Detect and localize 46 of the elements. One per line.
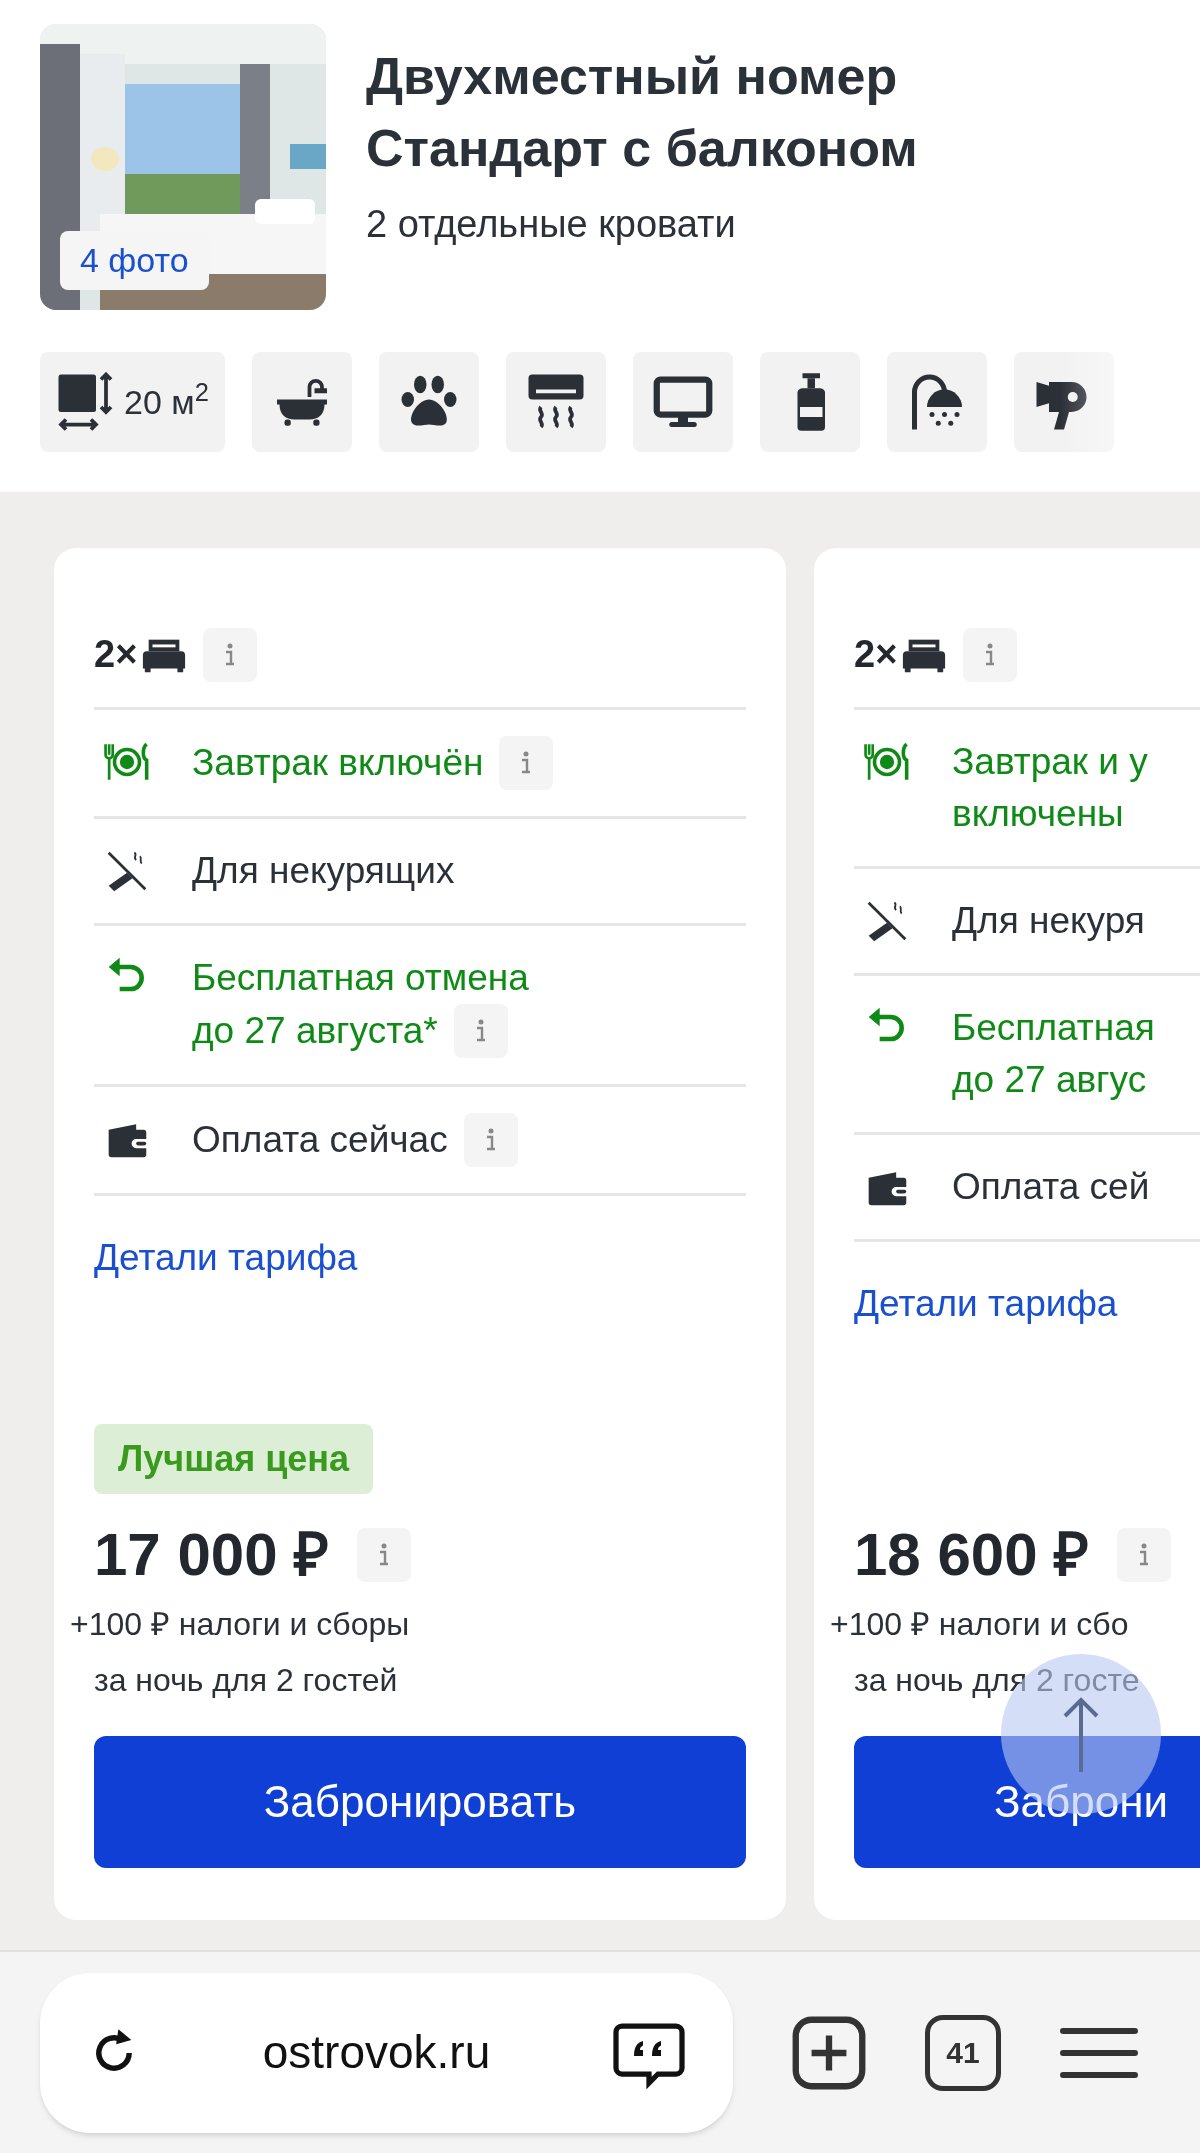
- info-button[interactable]: [203, 627, 258, 682]
- bed-count: 2×: [94, 632, 138, 677]
- url-text: ostrovok.ru: [262, 2025, 491, 2080]
- info-icon: [484, 1128, 497, 1152]
- rate-condition: Бесплатная отмена: [192, 956, 529, 1000]
- info-icon: [520, 751, 533, 775]
- taxes-text: +100 ₽ налоги и сбо: [830, 1605, 1130, 1644]
- rate-condition: до 27 авгус: [952, 1058, 1147, 1102]
- per-night-text: за ночь для 2 гостей: [94, 1661, 399, 1700]
- address-bar[interactable]: ostrovok.ru: [40, 1972, 733, 2133]
- best-price-badge: Лучшая цена: [94, 1424, 374, 1494]
- info-icon: [378, 1543, 391, 1567]
- info-icon: [224, 642, 237, 667]
- info-button[interactable]: [357, 1528, 412, 1582]
- info-button[interactable]: [499, 736, 554, 790]
- rate-condition: Оплата сейчас: [192, 1118, 448, 1162]
- price: 18 600 ₽: [854, 1520, 1090, 1590]
- info-button[interactable]: [463, 1113, 518, 1167]
- rate-condition: до 27 августа*: [192, 1009, 438, 1053]
- book-button[interactable]: Заброни: [854, 1736, 1200, 1868]
- rate-condition: включены: [952, 792, 1124, 836]
- info-button[interactable]: [453, 1004, 508, 1058]
- rate-condition: Завтрак и у: [952, 740, 1148, 784]
- per-night-text: за ночь для 2 госте: [854, 1661, 1141, 1700]
- room-title: Двухместный номер Стандарт с балконом: [366, 46, 918, 179]
- info-icon: [984, 642, 997, 667]
- info-button[interactable]: [963, 627, 1018, 682]
- info-icon: [1138, 1543, 1151, 1567]
- price: 17 000 ₽: [94, 1520, 330, 1590]
- rate-condition: Бесплатная: [952, 1006, 1155, 1050]
- rate-condition: Оплата сей: [952, 1165, 1150, 1209]
- rate-condition: Завтрак включён: [192, 741, 484, 785]
- photo-count-button[interactable]: 4 фото: [60, 231, 209, 290]
- book-button[interactable]: Забронировать: [94, 1736, 746, 1868]
- info-icon: [474, 1019, 487, 1043]
- tab-count-button[interactable]: 41: [925, 2014, 1001, 2091]
- rate-condition: Для некуря: [952, 899, 1145, 943]
- bed-description: 2 отдельные кровати: [366, 202, 737, 247]
- tariff-details-link[interactable]: Детали тарифа: [854, 1276, 1118, 1332]
- bed-count: 2×: [854, 632, 898, 677]
- taxes-text: +100 ₽ налоги и сборы: [70, 1605, 411, 1644]
- new-tab-icon[interactable]: [791, 2014, 867, 2091]
- info-button[interactable]: [1117, 1528, 1172, 1582]
- tariff-details-link[interactable]: Детали тарифа: [94, 1230, 358, 1286]
- room-area: 20 м$^{2}$: [124, 376, 209, 428]
- rate-condition: Для некурящих: [192, 849, 455, 893]
